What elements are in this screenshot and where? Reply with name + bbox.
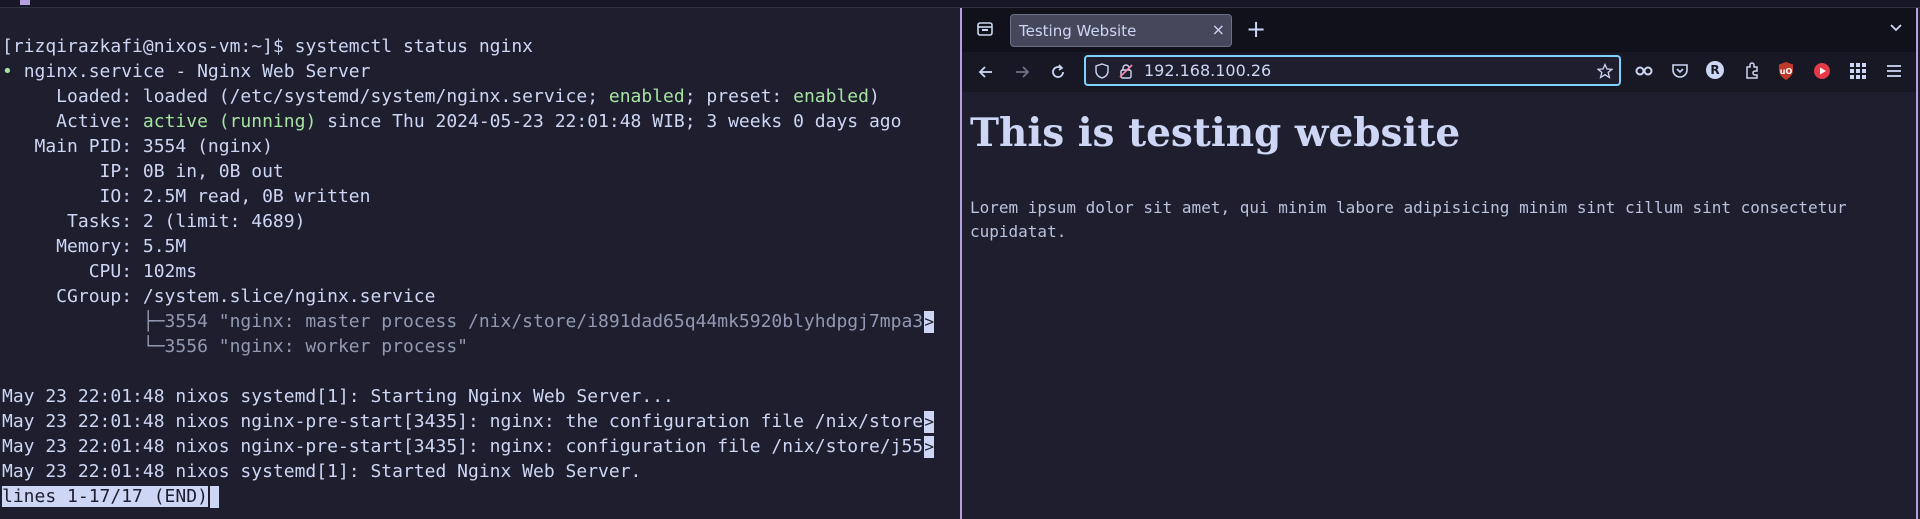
loaded-enabled: enabled: [608, 86, 685, 107]
youtube-icon[interactable]: [1812, 61, 1832, 81]
process-worker: └─3556 "nginx: worker process": [2, 336, 468, 357]
ublock-origin-icon[interactable]: uO: [1776, 61, 1796, 81]
navigation-toolbar: 192.168.100.26 R uO: [962, 52, 1916, 93]
shell-command: systemctl status nginx: [294, 36, 534, 57]
loaded-text: Loaded: loaded (/etc/systemd/system/ngin…: [2, 86, 609, 107]
address-bar[interactable]: 192.168.100.26: [1084, 55, 1621, 86]
overflow-arrow-icon: >: [924, 436, 935, 458]
loaded-suffix: ): [868, 86, 880, 107]
memory-line: Memory: 5.5M: [2, 236, 187, 257]
log-line: May 23 22:01:48 nixos systemd[1]: Starti…: [2, 386, 674, 407]
terminal-pane[interactable]: [rizqirazkafi@nixos-vm:~]$ systemctl sta…: [0, 8, 958, 519]
process-master: ├─3554 "nginx: master process /nix/store…: [2, 311, 924, 332]
extension-r-icon[interactable]: R: [1706, 61, 1724, 79]
active-label: Active:: [2, 111, 143, 132]
log-line: May 23 22:01:48 nixos nginx-pre-start[34…: [2, 434, 935, 459]
close-icon[interactable]: ×: [1212, 21, 1225, 39]
active-line: Active: active (running) since Thu 2024-…: [2, 109, 901, 134]
private-mask-icon[interactable]: [1634, 61, 1654, 81]
log-line: May 23 22:01:48 nixos systemd[1]: Starte…: [2, 461, 642, 482]
hamburger-menu-icon[interactable]: [1884, 61, 1904, 81]
loaded-mid: ; preset:: [684, 86, 794, 107]
active-state: active (running): [142, 111, 317, 132]
cpu-line: CPU: 102ms: [2, 261, 198, 282]
ip-line: IP: 0B in, 0B out: [2, 161, 284, 182]
web-page-content: This is testing website Lorem ipsum dolo…: [962, 92, 1916, 519]
bookmark-star-icon[interactable]: [1597, 63, 1613, 79]
text-cursor: [209, 486, 219, 508]
top-bar: [0, 0, 1920, 8]
shield-icon[interactable]: [1094, 63, 1110, 79]
service-title: nginx.service - Nginx Web Server: [23, 61, 371, 82]
active-since: since Thu 2024-05-23 22:01:48 WIB; 3 wee…: [316, 111, 902, 132]
reload-icon[interactable]: [1048, 62, 1068, 82]
svg-text:uO: uO: [1780, 67, 1793, 76]
loaded-line: Loaded: loaded (/etc/systemd/system/ngin…: [2, 84, 880, 109]
pager-status: lines 1-17/17 (END): [2, 486, 208, 507]
firefox-view-icon[interactable]: [976, 20, 994, 38]
forward-arrow-icon[interactable]: [1012, 62, 1032, 82]
browser-window: Testing Website × + 192.168.100.26 R uO …: [960, 8, 1918, 519]
command-line: [rizqirazkafi@nixos-vm:~]$ systemctl sta…: [2, 34, 533, 59]
new-tab-button[interactable]: +: [1246, 16, 1266, 42]
service-title-line: • nginx.service - Nginx Web Server: [2, 59, 370, 84]
back-arrow-icon[interactable]: [976, 62, 996, 82]
insecure-lock-icon[interactable]: [1118, 63, 1134, 79]
shell-prompt: [rizqirazkafi@nixos-vm:~]$: [2, 36, 295, 57]
tab-strip: Testing Website × +: [962, 8, 1916, 52]
process-master-line: ├─3554 "nginx: master process /nix/store…: [2, 309, 935, 334]
log-text: May 23 22:01:48 nixos nginx-pre-start[34…: [2, 436, 924, 457]
io-line: IO: 2.5M read, 0B written: [2, 186, 371, 207]
chevron-down-icon[interactable]: [1888, 20, 1904, 36]
overflow-arrow-icon: >: [924, 411, 935, 433]
tab-title: Testing Website: [1019, 22, 1137, 40]
pager-status-line: lines 1-17/17 (END): [2, 484, 219, 509]
workspace-indicator[interactable]: [20, 0, 30, 5]
overflow-arrow-icon: >: [924, 311, 935, 333]
cgroup-line: CGroup: /system.slice/nginx.service: [2, 286, 436, 307]
puzzle-extensions-icon[interactable]: [1742, 61, 1762, 81]
log-text: May 23 22:01:48 nixos nginx-pre-start[34…: [2, 411, 924, 432]
loaded-preset: enabled: [793, 86, 869, 107]
main-pid-line: Main PID: 3554 (nginx): [2, 136, 273, 157]
status-dot-icon: •: [2, 61, 24, 82]
process-worker-line: └─3556 "nginx: worker process": [2, 334, 468, 359]
url-text: 192.168.100.26: [1144, 61, 1272, 80]
app-grid-icon[interactable]: [1848, 61, 1868, 81]
tasks-line: Tasks: 2 (limit: 4689): [2, 211, 306, 232]
page-heading: This is testing website: [970, 110, 1461, 156]
tab-testing-website[interactable]: Testing Website ×: [1010, 14, 1232, 47]
pocket-icon[interactable]: [1670, 61, 1690, 81]
page-paragraph: Lorem ipsum dolor sit amet, qui minim la…: [970, 198, 1847, 241]
log-line: May 23 22:01:48 nixos nginx-pre-start[34…: [2, 409, 935, 434]
